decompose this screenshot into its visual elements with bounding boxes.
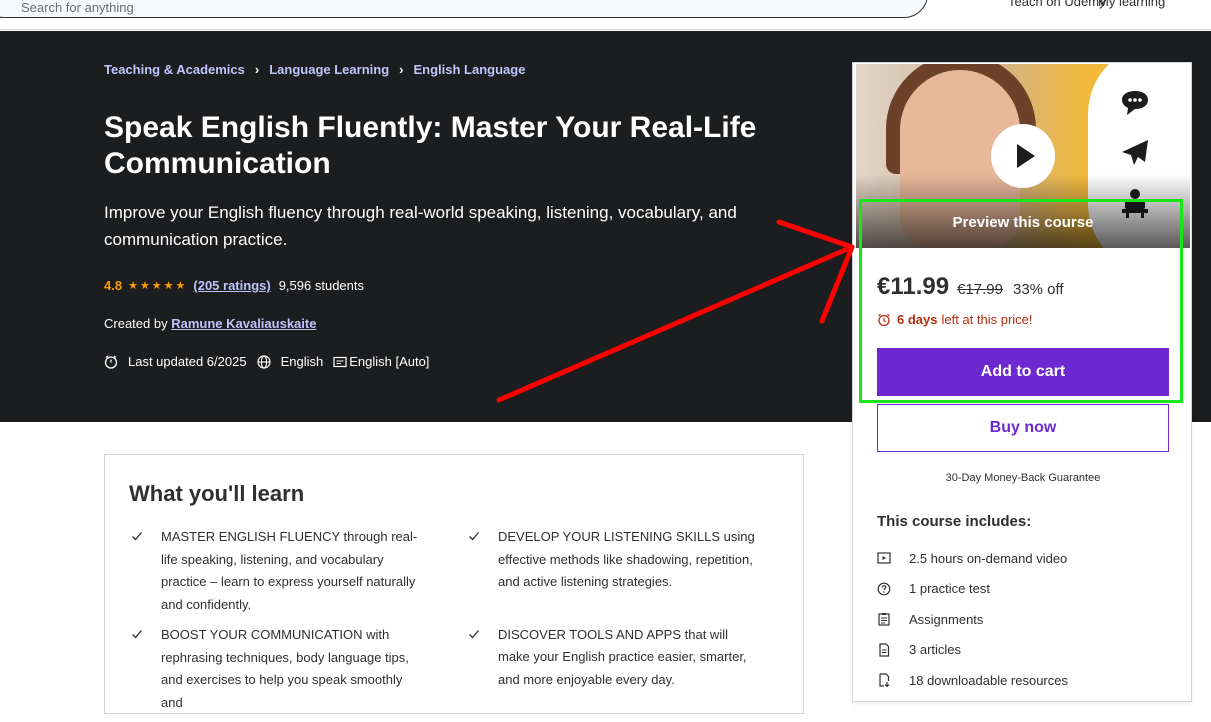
instructor-link[interactable]: Ramune Kavaliauskaite [171,316,316,331]
includes-list: 2.5 hours on-demand video 1 practice tes… [877,543,1068,696]
nav-my-learning[interactable]: My learning [1098,0,1165,9]
learn-point-text: DEVELOP YOUR LISTENING SKILLS using effe… [498,529,755,589]
money-back-guarantee: 30-Day Money-Back Guarantee [945,472,1101,484]
check-icon [132,532,142,541]
created-by: Created by Ramune Kavaliauskaite [104,316,316,331]
buy-now-button[interactable]: Buy now [877,404,1169,452]
alarm-clock-icon [878,313,890,326]
learn-point: BOOST YOUR COMMUNICATION with rephrasing… [129,624,419,714]
check-icon [132,630,142,639]
chevron-right-icon: › [399,62,404,77]
language-text: English [280,354,324,369]
includes-item-label: 18 downloadable resources [909,672,1068,688]
includes-item: 18 downloadable resources [877,665,1068,696]
course-meta: Last updated 6/2025 English English [Aut… [104,354,439,369]
learn-column-left: MASTER ENGLISH FLUENCY through real-life… [129,526,419,722]
learn-point: DEVELOP YOUR LISTENING SKILLS using effe… [466,526,756,594]
last-updated-text: Last updated 6/2025 [128,354,247,369]
breadcrumb-teaching-academics[interactable]: Teaching & Academics [104,62,245,77]
chevron-right-icon: › [254,62,260,77]
breadcrumb-language-learning[interactable]: Language Learning [269,62,389,77]
question-icon [877,582,891,596]
learn-column-right: DEVELOP YOUR LISTENING SKILLS using effe… [466,526,756,699]
includes-item: 2.5 hours on-demand video [877,543,1068,574]
includes-item: 3 articles [877,635,1068,666]
includes-item: 1 practice test [877,574,1068,605]
top-navigation-bar: Search for anything Teach on Udemy My le… [0,0,1211,30]
nav-teach[interactable]: Teach on Udemy [1008,0,1106,9]
course-subtitle: Improve your English fluency through rea… [104,203,737,249]
course-title: Speak English Fluently: Master Your Real… [104,111,757,180]
breadcrumb-english-language[interactable]: English Language [413,62,525,77]
current-price: €11.99 [877,273,950,300]
discount-percent: 33% off [1012,281,1064,298]
captions: English [Auto] [333,354,429,369]
includes-item-label: 1 practice test [909,581,990,597]
closed-captions-icon [333,356,347,367]
purchase-card: Preview this course €11.99 €17.99 33% of… [852,62,1192,702]
assignment-icon [878,613,890,626]
last-updated: Last updated 6/2025 [104,354,247,369]
learn-point: MASTER ENGLISH FLUENCY through real-life… [129,526,419,616]
includes-item: Assignments [877,604,1068,635]
search-placeholder: Search for anything [21,0,134,15]
captions-text: English [Auto] [349,354,430,369]
timer-days: 6 days [897,312,938,327]
learn-title: What you'll learn [129,481,305,506]
includes-item-label: Assignments [909,611,984,627]
alert-clock-icon [104,355,118,369]
star-rating-icon: ★★★★★ [128,280,188,292]
original-price: €17.99 [957,281,1003,298]
learn-point-text: BOOST YOUR COMMUNICATION with rephrasing… [161,627,409,710]
language: English [256,354,324,369]
students-count: 9,596 students [278,278,364,293]
discount-timer: 6 days left at this price! [877,312,1033,327]
article-icon [879,643,890,657]
video-icon [877,552,891,564]
add-to-cart-button[interactable]: Add to cart [877,348,1169,396]
timer-text: left at this price! [941,312,1033,327]
chat-bubble-icon [1122,91,1148,115]
breadcrumb: Teaching & Academics › Language Learning… [104,62,525,77]
created-by-label: Created by [104,316,168,331]
search-bar[interactable]: Search for anything [0,0,928,18]
learn-point-text: MASTER ENGLISH FLUENCY through real-life… [161,529,418,612]
includes-item-label: 2.5 hours on-demand video [909,550,1068,566]
rating-value: 4.8 [104,278,123,293]
course-preview-video[interactable]: Preview this course [856,64,1190,248]
what-you-will-learn-box: What you'll learn MASTER ENGLISH FLUENCY… [104,454,804,714]
preview-course-label[interactable]: Preview this course [856,214,1190,231]
includes-title: This course includes: [877,513,1032,530]
play-icon[interactable] [991,124,1055,188]
learn-point-text: DISCOVER TOOLS AND APPS that will make y… [498,626,747,687]
ratings-count-link[interactable]: (205 ratings) [193,278,270,293]
includes-item-label: 3 articles [909,642,962,658]
globe-icon [256,354,271,369]
price-row: €11.99 €17.99 33% off [877,273,1064,301]
check-icon [469,629,479,638]
learn-point: DISCOVER TOOLS AND APPS that will make y… [466,624,756,692]
download-icon [879,673,890,688]
airplane-icon [1122,140,1148,165]
check-icon [469,532,479,541]
rating-row: 4.8 ★★★★★ (205 ratings) 9,596 students [104,278,364,293]
